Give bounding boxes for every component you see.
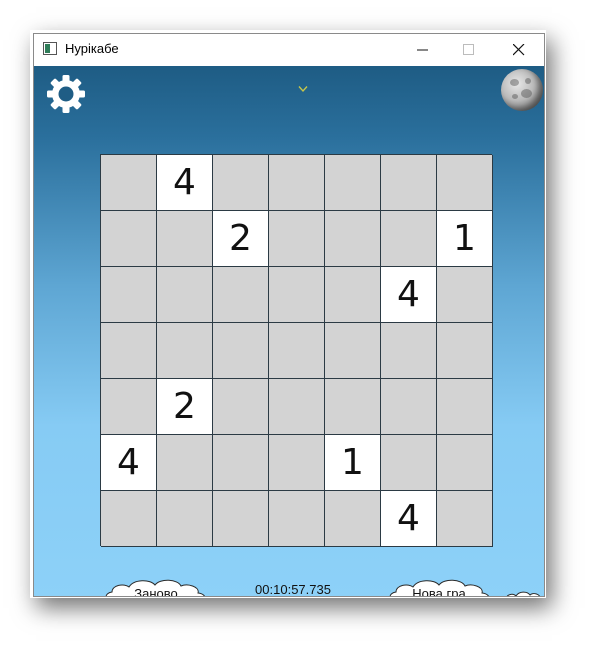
number-cell[interactable]: 1 [437,211,493,267]
board-cell[interactable] [381,211,437,267]
board-cell[interactable] [269,267,325,323]
moon-icon[interactable] [501,69,543,111]
board-cell[interactable] [101,211,157,267]
board-cell[interactable] [325,211,381,267]
board-cell[interactable] [213,435,269,491]
restart-label: Заново [134,585,178,597]
board-cell[interactable] [101,491,157,547]
number-cell[interactable]: 2 [157,379,213,435]
close-icon [513,44,525,56]
board-cell[interactable] [101,155,157,211]
board-cell[interactable] [437,435,493,491]
level-label: Рівень [500,588,544,597]
board-cell[interactable] [157,323,213,379]
board-cell[interactable] [325,491,381,547]
board-cell[interactable] [269,155,325,211]
board-cell[interactable] [269,379,325,435]
board-cell[interactable] [325,323,381,379]
number-cell[interactable]: 1 [325,435,381,491]
board-cell[interactable] [101,323,157,379]
gear-icon [47,75,85,113]
board-cell[interactable] [437,491,493,547]
board-cell[interactable] [381,323,437,379]
board-cell[interactable] [101,379,157,435]
board-cell[interactable] [213,323,269,379]
new-game-button[interactable]: Нова гра [386,575,492,597]
board-cell[interactable] [325,379,381,435]
number-cell[interactable]: 4 [157,155,213,211]
board-cell[interactable] [157,491,213,547]
level-button[interactable]: Рівень [500,588,544,597]
moon-crater [510,79,519,86]
maximize-icon [463,44,474,55]
number-cell[interactable]: 2 [213,211,269,267]
game-area: 42142414 Заново 00:10:57.735 Нова гра Рі… [34,66,544,597]
board-cell[interactable] [213,155,269,211]
board-cell[interactable] [325,267,381,323]
app-window: Нурікабе 4 2 1 4 2 4 1 4 Заново 00:10:57… [33,33,545,597]
restart-button[interactable]: Заново [102,575,210,597]
board-cell[interactable] [213,379,269,435]
board-cell[interactable] [381,155,437,211]
board-cell[interactable] [437,379,493,435]
board-cell[interactable] [269,323,325,379]
expand-button[interactable] [298,78,308,97]
board-cell[interactable] [157,435,213,491]
settings-button[interactable] [44,72,88,120]
board-cell[interactable] [213,491,269,547]
board-cell[interactable] [381,435,437,491]
number-cell[interactable]: 4 [381,491,437,547]
board-cell[interactable] [437,155,493,211]
number-cell[interactable]: 4 [381,267,437,323]
title-bar[interactable]: Нурікабе [34,34,544,66]
game-timer: 00:10:57.735 [255,582,331,597]
board-cell[interactable] [269,435,325,491]
moon-crater [512,94,518,99]
puzzle-board: 42142414 [100,154,493,547]
board-cell[interactable] [437,323,493,379]
board-cell[interactable] [269,491,325,547]
minimize-button[interactable] [400,34,446,66]
window-title: Нурікабе [65,41,119,56]
minimize-icon [417,49,428,51]
close-button[interactable] [496,34,542,66]
maximize-button[interactable] [446,34,492,66]
board-cell[interactable] [269,211,325,267]
new-game-label: Нова гра [412,585,466,597]
number-cell[interactable]: 4 [101,435,157,491]
board-cell[interactable] [213,267,269,323]
board-cell[interactable] [157,267,213,323]
board-cell[interactable] [437,267,493,323]
moon-crater [521,89,532,98]
board-cell[interactable] [101,267,157,323]
board-cell[interactable] [325,155,381,211]
board-cell[interactable] [381,379,437,435]
moon-crater [525,78,531,84]
chevron-down-icon [298,86,308,93]
app-icon [43,42,57,55]
board-cell[interactable] [157,211,213,267]
